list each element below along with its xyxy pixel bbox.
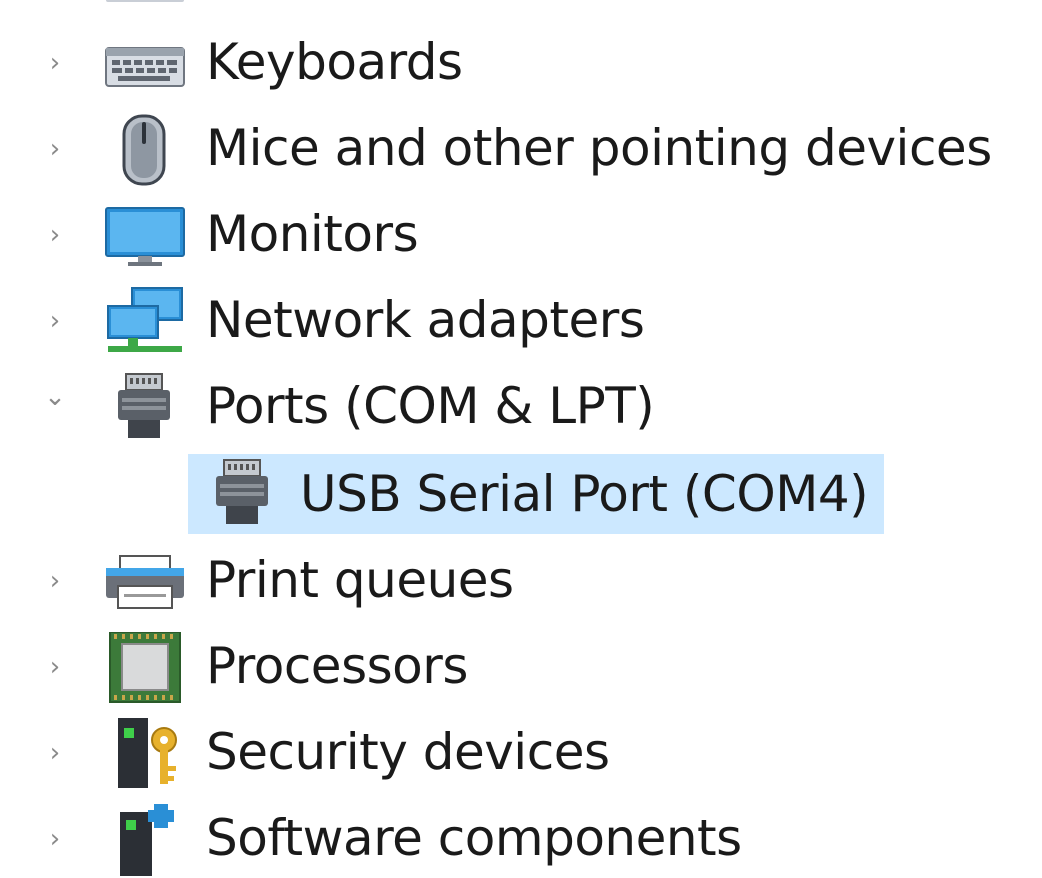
chevron-right-icon[interactable]: ›	[40, 134, 70, 164]
tree-item-label: Mice and other pointing devices	[206, 119, 992, 177]
tree-item-security-devices[interactable]: › Security devices	[0, 714, 1042, 794]
tree-item-monitors[interactable]: › Monitors	[0, 196, 1042, 276]
tree-item-label: Security devices	[206, 723, 610, 781]
tree-item-mice[interactable]: › Mice and other pointing devices	[0, 110, 1042, 190]
tree-item-keyboards[interactable]: › Keyboards	[0, 24, 1042, 104]
tree-item-label: Print queues	[206, 551, 514, 609]
tree-item-software-components[interactable]: › Software components	[0, 800, 1042, 878]
tree-item-ports[interactable]: ⌄ Ports (COM & LPT)	[0, 368, 1042, 448]
monitor-icon	[104, 200, 186, 272]
tree-item-label: Keyboards	[206, 33, 463, 91]
tree-item-usb-serial-port[interactable]: USB Serial Port (COM4)	[0, 454, 1042, 534]
printer-icon	[104, 546, 186, 618]
tree-item-network-adapters[interactable]: › Network adapters	[0, 282, 1042, 362]
chevron-right-icon[interactable]: ›	[40, 220, 70, 250]
network-adapter-icon	[104, 286, 186, 358]
software-component-icon	[104, 804, 186, 876]
chevron-right-icon[interactable]: ›	[40, 566, 70, 596]
tree-item-processors[interactable]: › Processors	[0, 628, 1042, 708]
processor-icon	[104, 631, 186, 704]
tree-item-partial	[100, 0, 440, 10]
chevron-right-icon[interactable]: ›	[40, 48, 70, 78]
chevron-right-icon[interactable]: ›	[40, 738, 70, 768]
port-icon	[202, 458, 284, 530]
chevron-down-icon[interactable]: ⌄	[40, 382, 70, 412]
security-device-icon	[104, 718, 186, 790]
chevron-right-icon[interactable]: ›	[40, 824, 70, 854]
tree-item-label: Ports (COM & LPT)	[206, 377, 655, 435]
tree-item-label: Processors	[206, 637, 468, 695]
tree-item-print-queues[interactable]: › Print queues	[0, 542, 1042, 622]
keyboard-icon	[104, 28, 186, 100]
port-icon	[104, 372, 186, 444]
cut-off-icon	[106, 0, 184, 2]
chevron-right-icon[interactable]: ›	[40, 652, 70, 682]
chevron-right-icon[interactable]: ›	[40, 306, 70, 336]
mouse-icon	[104, 114, 186, 186]
tree-item-label: Monitors	[206, 205, 419, 263]
tree-item-label: Software components	[206, 809, 742, 867]
device-tree: › Keyboards › Mice and other pointing de…	[0, 0, 1042, 878]
tree-item-label: Network adapters	[206, 291, 645, 349]
tree-item-label: USB Serial Port (COM4)	[300, 465, 869, 523]
